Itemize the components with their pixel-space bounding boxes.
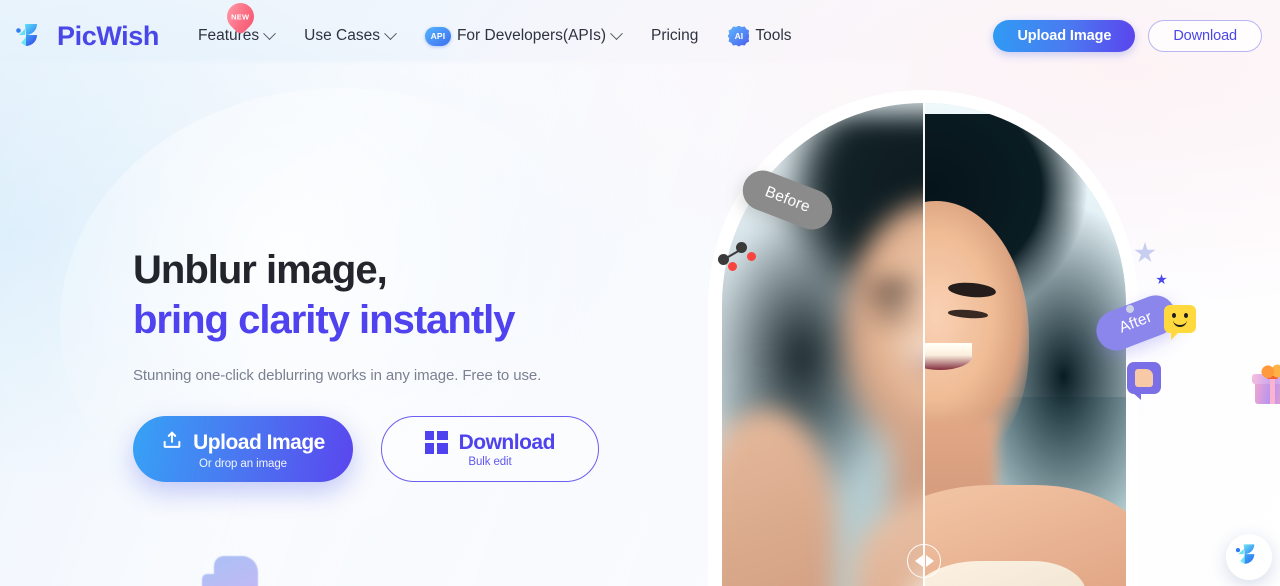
download-button-hint: Bulk edit xyxy=(468,455,512,468)
sparkle-icon xyxy=(1156,274,1167,285)
brand-name: PicWish xyxy=(57,20,159,51)
hero-cta-row: Upload Image Or drop an image Download B… xyxy=(133,416,599,483)
nav-item-use-cases[interactable]: Use Cases xyxy=(289,16,410,56)
before-after-comparison[interactable] xyxy=(722,103,1126,586)
arrow-left-icon xyxy=(914,555,923,567)
hero-title-line1: Unblur image, xyxy=(133,248,388,292)
upload-icon xyxy=(161,429,183,457)
after-image-half xyxy=(924,103,1126,586)
hero-content: Unblur image, bring clarity instantly St… xyxy=(133,246,599,483)
floating-chat-widget-button[interactable] xyxy=(1226,534,1272,580)
brand-logo[interactable]: PicWish xyxy=(14,19,159,53)
nav-item-label: Use Cases xyxy=(304,27,380,44)
nav-item-label: For Developers(APIs) xyxy=(456,27,606,44)
hero-visual: Before After xyxy=(640,62,1280,586)
chevron-down-icon xyxy=(610,26,623,40)
nav-item-label: Pricing xyxy=(650,27,699,44)
thumbs-up-ghost-decoration xyxy=(202,556,258,586)
chevron-down-icon xyxy=(263,26,277,40)
download-button[interactable]: Download Bulk edit xyxy=(381,416,599,483)
upload-image-button[interactable]: Upload Image Or drop an image xyxy=(133,416,353,483)
page-title: Unblur image, bring clarity instantly xyxy=(133,246,599,345)
nav-download-button[interactable]: Download xyxy=(1148,20,1262,52)
picwish-bird-logo-icon xyxy=(14,19,48,53)
comparison-slider-handle[interactable] xyxy=(907,544,941,578)
nav-item-label: Tools xyxy=(755,27,792,44)
nav-item-label: Features xyxy=(197,27,260,44)
chevron-down-icon xyxy=(384,26,397,40)
nav-item-tools[interactable]: AI Tools xyxy=(713,16,806,56)
nav-upload-image-button[interactable]: Upload Image xyxy=(993,20,1136,52)
hero-title-line2: bring clarity instantly xyxy=(133,297,516,342)
upload-button-hint: Or drop an image xyxy=(199,457,287,470)
hero-subtitle: Stunning one-click deblurring works in a… xyxy=(133,367,542,385)
new-badge-label: NEW xyxy=(231,12,250,22)
arrow-right-icon xyxy=(925,555,934,567)
nav-item-features[interactable]: Features NEW xyxy=(183,0,289,56)
upload-button-label: Upload Image xyxy=(193,430,325,454)
top-navigation-bar: PicWish Features NEW Use Cases API For D… xyxy=(0,0,1280,72)
gift-box-icon xyxy=(1252,363,1280,405)
windows-icon xyxy=(425,431,448,454)
download-button-label: Download xyxy=(458,430,556,454)
nav-actions: Upload Image Download xyxy=(993,20,1262,52)
picwish-bird-logo-icon xyxy=(1234,540,1264,575)
nav-links: Features NEW Use Cases API For Developer… xyxy=(183,0,807,56)
nav-item-for-developers[interactable]: API For Developers(APIs) xyxy=(410,16,636,56)
ai-icon: AI xyxy=(728,25,750,47)
nav-item-pricing[interactable]: Pricing xyxy=(636,16,713,56)
comparison-divider xyxy=(923,103,925,586)
api-icon: API xyxy=(424,26,451,46)
